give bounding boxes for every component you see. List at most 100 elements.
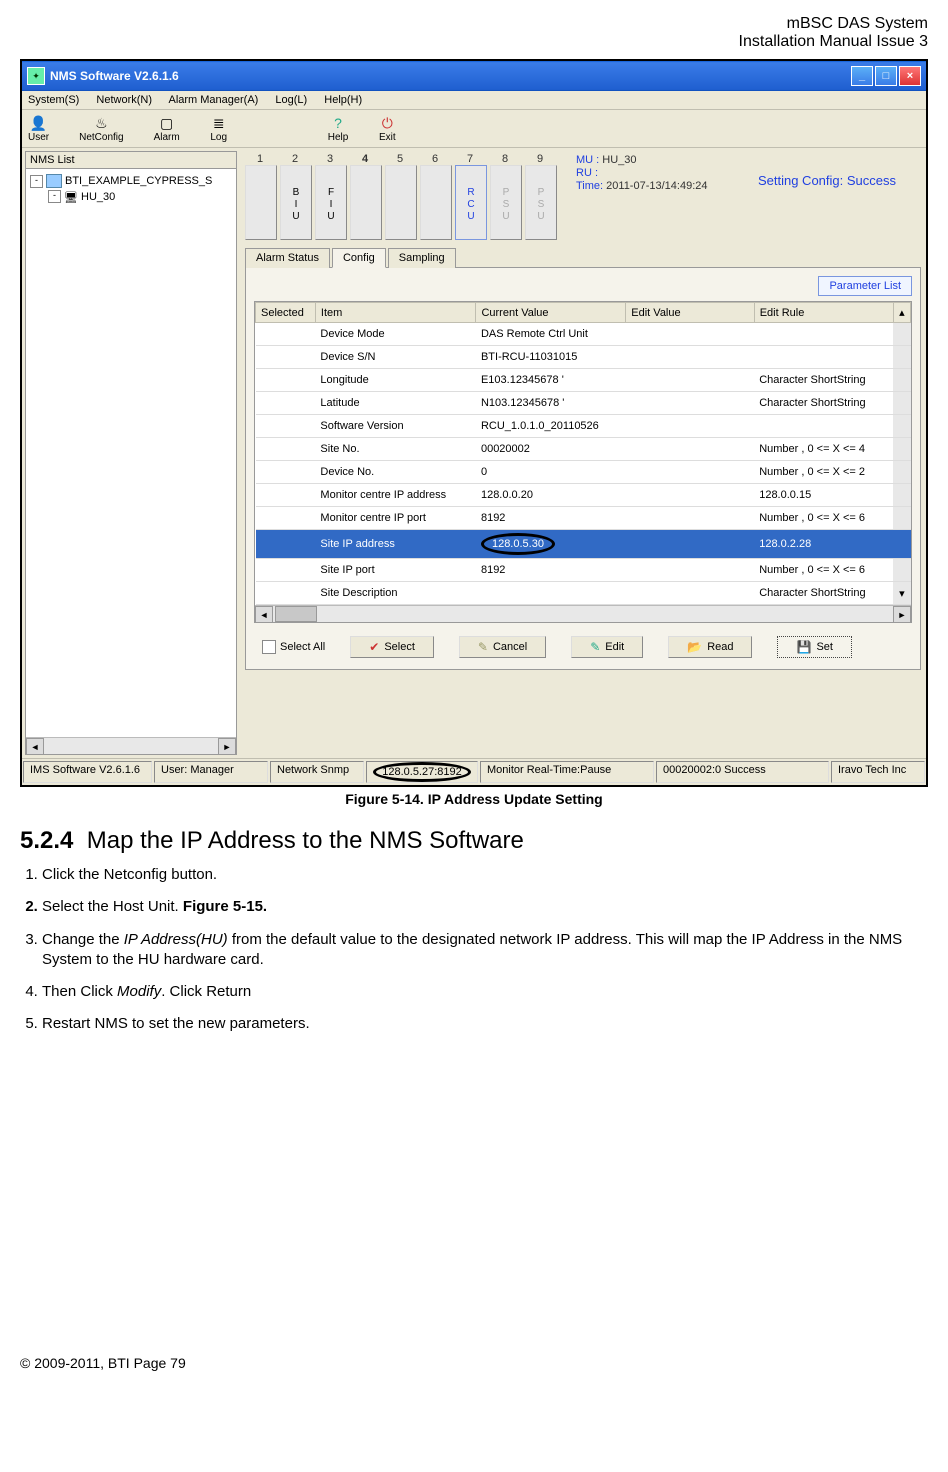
table-row[interactable]: Site IP address128.0.5.30128.0.2.28 [256,530,911,559]
tool-alarm[interactable]: ▢Alarm [154,114,180,143]
slot-number: 1 [245,153,275,165]
computer-icon [46,174,62,188]
instruction-step: Click the Netconfig button. [42,865,928,885]
folder-icon: 📂 [687,640,702,654]
col-current-value[interactable]: Current Value [476,303,626,323]
brush-icon: ✎ [478,640,488,654]
col-edit-rule[interactable]: Edit Rule [754,303,893,323]
log-icon: ≣ [210,114,228,132]
sidebar-scrollbar[interactable]: ◄ ► [26,737,236,754]
check-icon: ✔ [369,640,379,654]
parameter-list-button[interactable]: Parameter List [818,276,912,296]
table-row[interactable]: Device ModeDAS Remote Ctrl Unit [256,323,911,346]
edit-button[interactable]: ✎Edit [571,636,643,658]
menu-system[interactable]: System(S) [28,94,79,106]
select-all-checkbox[interactable]: Select All [262,640,325,654]
status-monitor: Monitor Real-Time:Pause [480,761,654,783]
section-heading: 5.2.4 Map the IP Address to the NMS Soft… [20,827,928,855]
slot-number: 3 [315,153,345,165]
slot-card-5[interactable] [385,165,417,240]
slot-card-3[interactable]: FIU [315,165,347,240]
slot-card-7[interactable]: RCU [455,165,487,240]
header-line-2: Installation Manual Issue 3 [20,33,928,51]
menu-network[interactable]: Network(N) [96,94,152,106]
app-icon: ✦ [27,67,45,85]
slot-card-9[interactable]: PSU [525,165,557,240]
menu-alarm[interactable]: Alarm Manager(A) [168,94,258,106]
status-vendor: Iravo Tech Inc [831,761,925,783]
tool-user[interactable]: 👤User [28,114,49,143]
table-row[interactable]: Device S/NBTI-RCU-11031015 [256,346,911,369]
maximize-button[interactable]: □ [875,66,897,86]
tool-help[interactable]: ?Help [328,114,349,143]
tool-netconfig[interactable]: ♨NetConfig [79,114,123,143]
table-row[interactable]: LongitudeE103.12345678 'Character ShortS… [256,369,911,392]
slot-card-4[interactable] [350,165,382,240]
scroll-left-icon[interactable]: ◄ [255,606,273,623]
set-button[interactable]: 💾Set [777,636,851,658]
table-row[interactable]: Site IP port8192Number , 0 <= X <= 6 [256,559,911,582]
slot-number: 4 [350,153,380,165]
status-address: 128.0.5.27:8192 [366,761,478,783]
slot-card-1[interactable] [245,165,277,240]
header-line-1: mBSC DAS System [20,15,928,33]
page-footer: © 2009-2011, BTI Page 79 [20,1355,928,1371]
status-result: 00020002:0 Success [656,761,829,783]
window-title: NMS Software V2.6.1.6 [50,69,179,83]
col-edit-value[interactable]: Edit Value [626,303,754,323]
slot-rack: 12BIU3FIU4567RCU8PSU9PSU [245,153,555,240]
expand-icon[interactable]: - [30,175,43,188]
col-item[interactable]: Item [315,303,476,323]
netconfig-icon: ♨ [92,114,110,132]
table-row[interactable]: Device No.0Number , 0 <= X <= 2 [256,461,911,484]
instruction-step: Restart NMS to set the new parameters. [42,1014,928,1034]
tool-exit[interactable]: ⏻Exit [378,114,396,143]
checkbox-icon[interactable] [262,640,276,654]
slot-card-2[interactable]: BIU [280,165,312,240]
scroll-right-icon[interactable]: ► [218,738,236,755]
menu-help[interactable]: Help(H) [324,94,362,106]
scroll-thumb[interactable] [275,606,317,622]
table-row[interactable]: Site DescriptionCharacter ShortString▾ [256,582,911,605]
scroll-right-icon[interactable]: ► [893,606,911,623]
scroll-down-icon[interactable]: ▾ [893,582,910,605]
expand-icon[interactable]: - [48,190,61,203]
save-icon: 💾 [796,640,811,654]
table-row[interactable]: Monitor centre IP address128.0.0.20128.0… [256,484,911,507]
cancel-button[interactable]: ✎Cancel [459,636,546,658]
tree-root[interactable]: - BTI_EXAMPLE_CYPRESS_S [30,173,232,189]
toolbar: 👤User ♨NetConfig ▢Alarm ≣Log ?Help ⏻Exit [22,110,926,148]
status-app: IMS Software V2.6.1.6 [23,761,152,783]
table-row[interactable]: Site No.00020002Number , 0 <= X <= 4 [256,438,911,461]
grid-h-scrollbar[interactable]: ◄ ► [255,605,911,622]
help-icon: ? [329,114,347,132]
status-message: Setting Config: Success [758,173,896,188]
status-bar: IMS Software V2.6.1.6 User: Manager Netw… [22,758,926,785]
menu-log[interactable]: Log(L) [275,94,307,106]
tool-log[interactable]: ≣Log [210,114,228,143]
table-row[interactable]: LatitudeN103.12345678 'Character ShortSt… [256,392,911,415]
exit-icon: ⏻ [378,114,396,132]
table-row[interactable]: Software VersionRCU_1.0.1.0_20110526 [256,415,911,438]
slot-card-8[interactable]: PSU [490,165,522,240]
tab-alarm-status[interactable]: Alarm Status [245,248,330,268]
action-row: Select All ✔Select ✎Cancel ✎Edit 📂Read 💾… [254,633,912,661]
tab-config[interactable]: Config [332,248,386,268]
read-button[interactable]: 📂Read [668,636,752,658]
figure-caption: Figure 5-14. IP Address Update Setting [20,791,928,807]
slot-card-6[interactable] [420,165,452,240]
col-selected[interactable]: Selected [256,303,316,323]
status-user: User: Manager [154,761,268,783]
slot-number: 6 [420,153,450,165]
table-row[interactable]: Monitor centre IP port8192Number , 0 <= … [256,507,911,530]
title-bar[interactable]: ✦ NMS Software V2.6.1.6 _ □ × [22,61,926,91]
minimize-button[interactable]: _ [851,66,873,86]
select-button[interactable]: ✔Select [350,636,434,658]
tree-child[interactable]: - 🖥 HU_30 [30,189,232,204]
scroll-left-icon[interactable]: ◄ [26,738,44,755]
status-network: Network Snmp [270,761,364,783]
nms-list-title: NMS List [26,152,236,169]
tab-sampling[interactable]: Sampling [388,248,456,268]
close-button[interactable]: × [899,66,921,86]
scroll-up-icon[interactable]: ▴ [893,303,910,323]
